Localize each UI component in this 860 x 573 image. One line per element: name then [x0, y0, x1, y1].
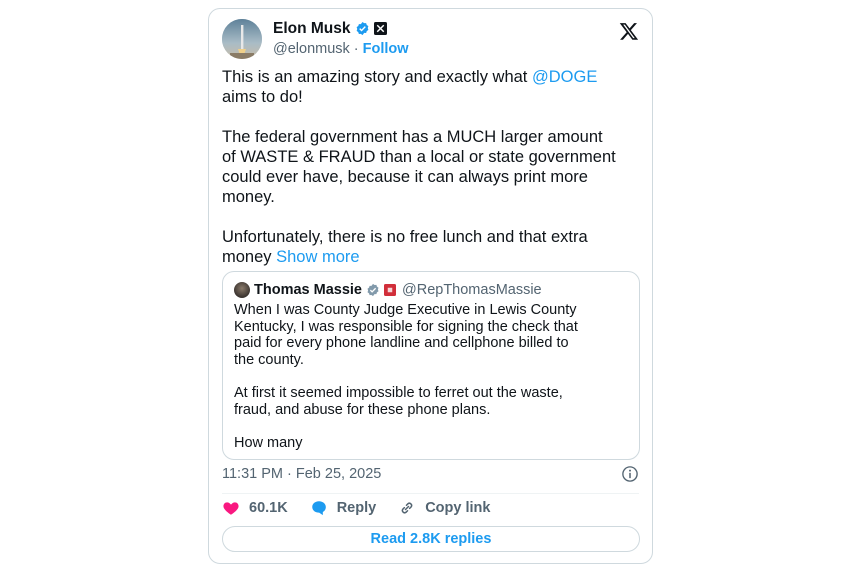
- tweet-text-p1-end: aims to do!: [222, 88, 303, 106]
- quote-author-name: Thomas Massie: [254, 282, 362, 298]
- like-button[interactable]: 60.1K: [222, 499, 288, 517]
- quote-verified-badge-icon: [367, 283, 379, 297]
- tweet-header: Elon Musk @elonmusk · Follow: [222, 19, 639, 63]
- author-names: Elon Musk @elonmusk · Follow: [273, 19, 409, 58]
- divider: [222, 493, 639, 494]
- read-replies-button[interactable]: Read 2.8K replies: [222, 526, 640, 552]
- info-icon[interactable]: [621, 465, 639, 483]
- author-avatar[interactable]: [222, 19, 262, 59]
- quote-author-handle: @RepThomasMassie: [402, 282, 542, 298]
- tweet-text-p2: The federal government has a MUCH larger…: [222, 128, 616, 206]
- tweet-card: Elon Musk @elonmusk · Follow This is an …: [208, 8, 653, 564]
- follow-button[interactable]: Follow: [363, 41, 409, 57]
- action-bar: 60.1K Reply Copy link: [222, 497, 512, 519]
- x-logo-icon[interactable]: [619, 21, 639, 41]
- quote-header: Thomas Massie @RepThomasMassie: [234, 281, 542, 299]
- rocket-icon: [222, 19, 262, 59]
- x-affiliate-icon[interactable]: [373, 22, 387, 35]
- reply-bubble-icon: [311, 501, 326, 516]
- reply-label: Reply: [336, 500, 377, 516]
- quote-author-avatar: [234, 282, 250, 298]
- copy-link-button[interactable]: Copy link: [398, 499, 490, 517]
- author-name[interactable]: Elon Musk: [273, 20, 351, 38]
- timestamp-link[interactable]: 11:31 PM · Feb 25, 2025: [222, 466, 381, 482]
- tweet-body: This is an amazing story and exactly wha…: [222, 67, 642, 267]
- quote-text: When I was County Judge Executive in Lew…: [234, 302, 578, 451]
- link-icon: [401, 502, 413, 514]
- tweet-meta: 11:31 PM · Feb 25, 2025: [222, 464, 639, 484]
- verified-badge-icon: [356, 21, 368, 36]
- tweet-text-p1: This is an amazing story and exactly wha…: [222, 68, 532, 86]
- us-house-affiliation-icon: [384, 284, 396, 296]
- heart-icon: [223, 502, 239, 515]
- copy-link-label: Copy link: [425, 500, 491, 516]
- doge-mention-link[interactable]: @DOGE: [532, 68, 597, 86]
- show-more-link[interactable]: Show more: [276, 248, 359, 266]
- author-handle[interactable]: @elonmusk: [273, 41, 350, 57]
- quoted-tweet[interactable]: Thomas Massie @RepThomasMassie When I wa…: [222, 271, 640, 460]
- like-count: 60.1K: [249, 500, 288, 516]
- separator-dot: ·: [353, 41, 359, 57]
- reply-button[interactable]: Reply: [310, 499, 377, 517]
